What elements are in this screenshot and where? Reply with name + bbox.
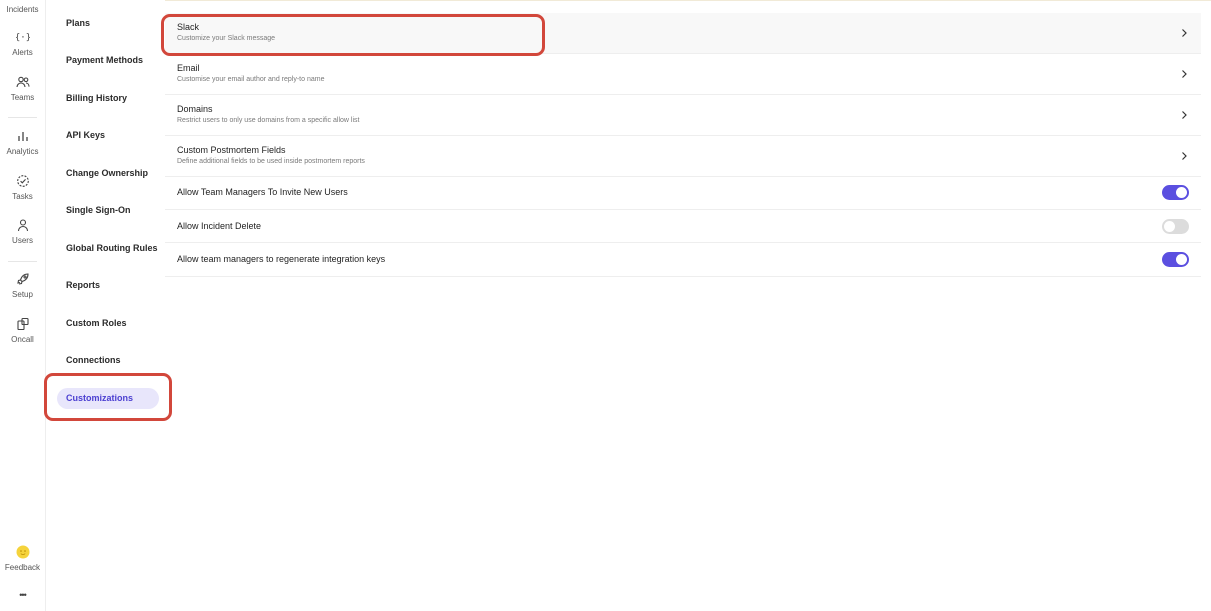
chevron-right-icon[interactable] (1179, 69, 1189, 79)
rail-item-label: Oncall (11, 335, 34, 344)
nav-item-plans[interactable]: Plans (57, 13, 159, 34)
row-title: Domains (177, 104, 213, 114)
rail-item-label: Alerts (12, 48, 33, 57)
regenerate-keys-toggle[interactable] (1162, 252, 1189, 267)
settings-nav: Plans Payment Methods Billing History AP… (46, 0, 165, 611)
more-button[interactable]: ••• (0, 590, 45, 600)
nav-item-billing-history[interactable]: Billing History (57, 88, 159, 109)
invite-users-toggle[interactable] (1162, 185, 1189, 200)
rail-item-users[interactable]: Users (0, 218, 45, 245)
chevron-right-icon[interactable] (1179, 151, 1189, 161)
row-email[interactable]: Email Customise your email author and re… (165, 54, 1201, 95)
chevron-right-icon[interactable] (1179, 110, 1189, 120)
rail-item-teams[interactable]: Teams (0, 75, 45, 102)
rail-item-setup[interactable]: Setup (0, 272, 45, 299)
feedback-label: Feedback (4, 563, 41, 572)
rail-item-label: Tasks (12, 192, 33, 201)
feedback-icon (16, 545, 30, 559)
chevron-right-icon[interactable] (1179, 28, 1189, 38)
row-title: Email (177, 63, 200, 73)
rail-item-label: Users (12, 236, 33, 245)
more-icon: ••• (19, 590, 27, 600)
nav-item-connections[interactable]: Connections (57, 350, 159, 371)
nav-item-custom-roles[interactable]: Custom Roles (57, 313, 159, 334)
rocket-icon (16, 272, 30, 286)
rail-item-label: Incidents (6, 5, 39, 14)
rail-item-label: Setup (12, 290, 33, 299)
alerts-icon: {·} (16, 30, 30, 44)
analytics-icon (16, 129, 30, 143)
nav-item-single-sign-on[interactable]: Single Sign-On (57, 200, 159, 221)
row-subtitle: Restrict users to only use domains from … (177, 117, 360, 124)
row-subtitle: Define additional fields to be used insi… (177, 158, 365, 165)
svg-text:{·}: {·} (16, 33, 30, 43)
rail-item-oncall[interactable]: Oncall (0, 317, 45, 344)
oncall-icon (16, 317, 30, 331)
nav-item-change-ownership[interactable]: Change Ownership (57, 163, 159, 184)
row-allow-team-managers-invite: Allow Team Managers To Invite New Users (165, 177, 1201, 210)
rail-item-analytics[interactable]: Analytics (0, 129, 45, 156)
customizations-panel: Slack Customize your Slack message Email… (165, 0, 1211, 611)
row-title: Custom Postmortem Fields (177, 145, 286, 155)
top-divider (165, 0, 1211, 1)
app-window: Incidents {·} Alerts Teams Analytics (0, 0, 1211, 611)
rail-divider (8, 261, 37, 262)
rail-item-incidents[interactable]: Incidents (0, 5, 45, 14)
incident-delete-toggle[interactable] (1162, 219, 1189, 234)
row-title: Allow team managers to regenerate integr… (177, 254, 386, 264)
toggle-knob (1176, 187, 1187, 198)
row-allow-incident-delete: Allow Incident Delete (165, 210, 1201, 243)
toggle-knob (1176, 254, 1187, 265)
nav-item-api-keys[interactable]: API Keys (57, 125, 159, 146)
row-domains[interactable]: Domains Restrict users to only use domai… (165, 95, 1201, 136)
rail-item-label: Teams (10, 93, 35, 102)
rail-item-alerts[interactable]: {·} Alerts (0, 30, 45, 57)
rail-divider (8, 117, 37, 118)
nav-item-payment-methods[interactable]: Payment Methods (57, 50, 159, 71)
nav-item-customizations[interactable]: Customizations (57, 388, 159, 409)
left-rail: Incidents {·} Alerts Teams Analytics (0, 0, 46, 611)
teams-icon (15, 75, 30, 89)
nav-item-reports[interactable]: Reports (57, 275, 159, 296)
rail-item-tasks[interactable]: Tasks (0, 174, 45, 201)
toggle-knob (1164, 221, 1175, 232)
tasks-icon (16, 174, 30, 188)
row-subtitle: Customize your Slack message (177, 35, 276, 42)
user-icon (16, 218, 30, 232)
row-regenerate-integration-keys: Allow team managers to regenerate integr… (165, 243, 1201, 277)
row-title: Allow Incident Delete (177, 221, 262, 231)
feedback-button[interactable]: Feedback (0, 545, 45, 572)
row-subtitle: Customise your email author and reply-to… (177, 76, 325, 83)
row-custom-postmortem-fields[interactable]: Custom Postmortem Fields Define addition… (165, 136, 1201, 177)
row-slack[interactable]: Slack Customize your Slack message (165, 13, 1201, 54)
nav-item-global-routing-rules[interactable]: Global Routing Rules (57, 238, 159, 259)
row-title: Slack (177, 22, 200, 32)
rail-item-label: Analytics (6, 147, 39, 156)
row-title: Allow Team Managers To Invite New Users (177, 187, 348, 197)
